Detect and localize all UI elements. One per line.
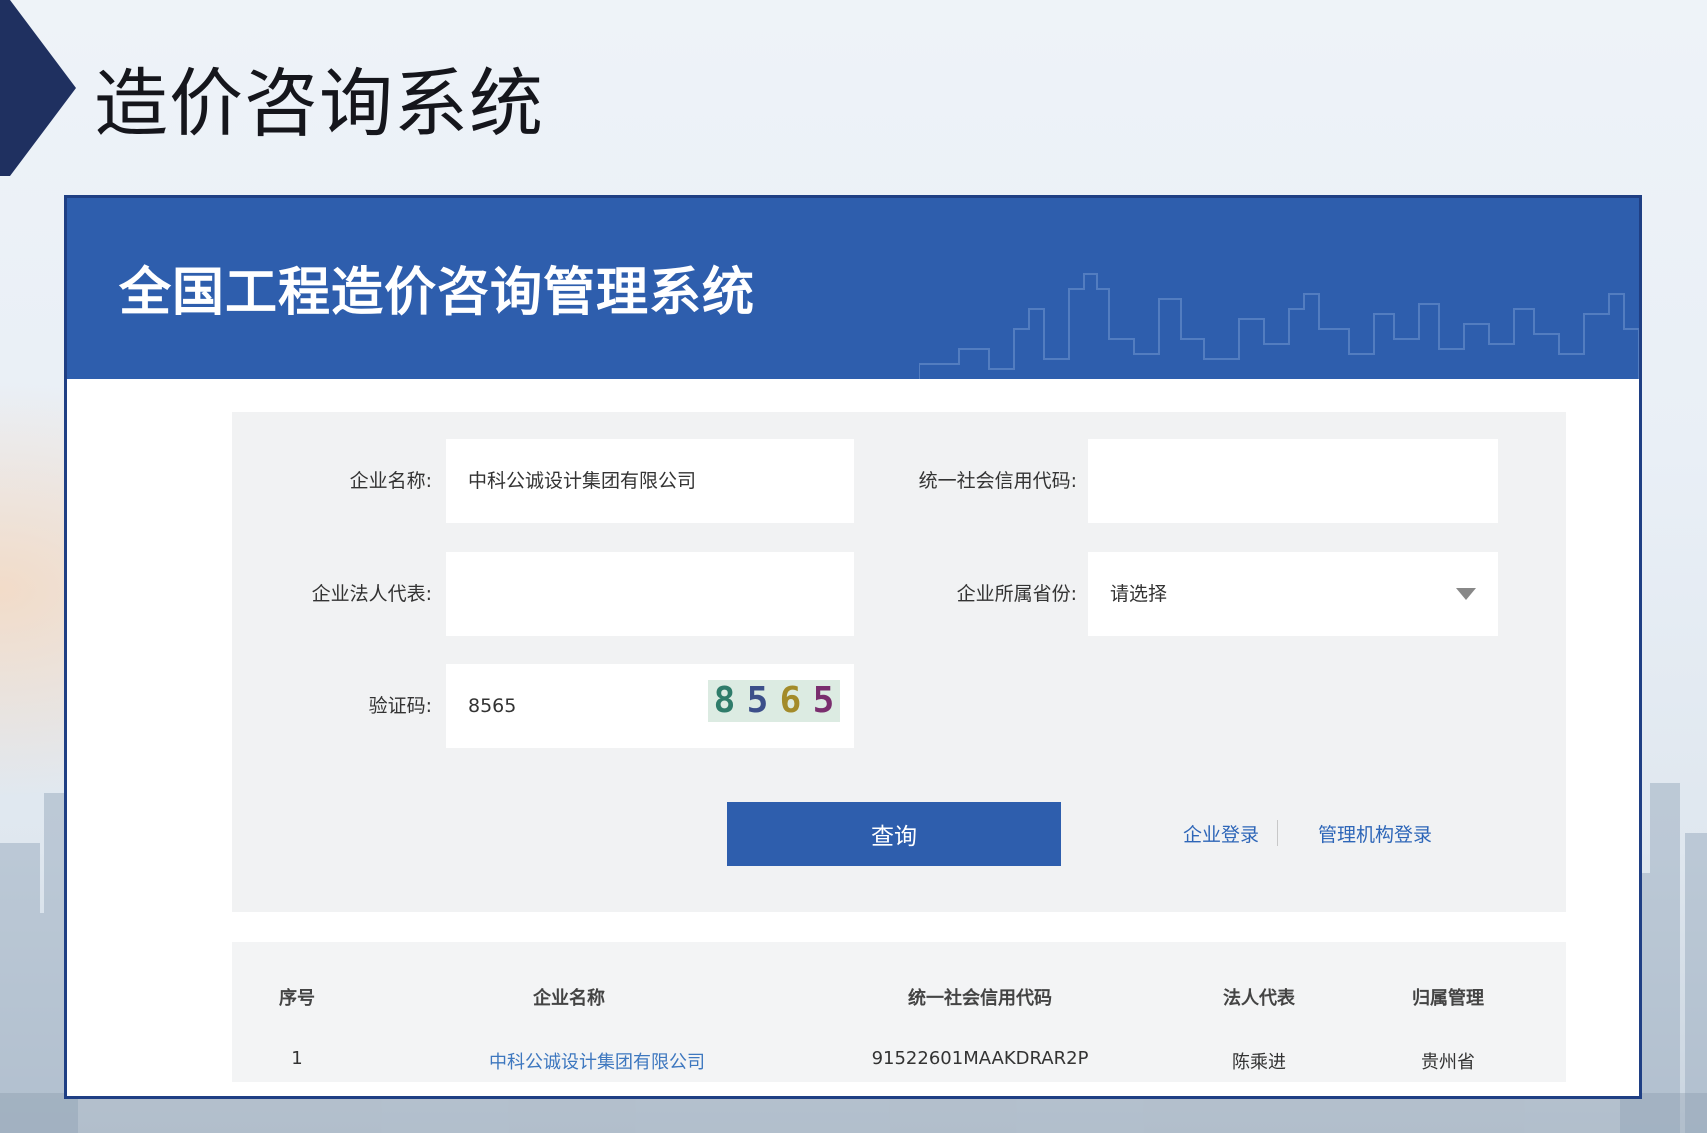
header-skyline <box>919 273 1639 379</box>
app-window: 全国工程造价咨询管理系统 企业名称: 中科公诚设计集团有限公司 统一社会信用代码… <box>64 195 1642 1099</box>
app-header: 全国工程造价咨询管理系统 <box>67 198 1639 379</box>
row-region: 贵州省 <box>1421 1052 1475 1073</box>
column-header-region: 归属管理 <box>1412 988 1484 1009</box>
link-divider <box>1277 820 1278 846</box>
column-header-index: 序号 <box>279 988 315 1009</box>
captcha-input-value: 8565 <box>468 695 517 717</box>
province-label: 企业所属省份: <box>956 583 1077 605</box>
credit-code-input[interactable] <box>1088 439 1498 523</box>
app-title: 全国工程造价咨询管理系统 <box>119 263 756 323</box>
column-header-rep: 法人代表 <box>1223 988 1295 1009</box>
captcha-digit: 5 <box>746 680 769 721</box>
company-name-input[interactable]: 中科公诚设计集团有限公司 <box>446 439 854 523</box>
province-select-value: 请选择 <box>1110 583 1168 605</box>
query-button[interactable]: 查询 <box>727 802 1061 866</box>
captcha-label: 验证码: <box>368 695 432 717</box>
column-header-code: 统一社会信用代码 <box>908 988 1052 1009</box>
row-legal-rep: 陈乘进 <box>1232 1052 1286 1073</box>
captcha-digit: 8 <box>713 680 736 721</box>
captcha-digit: 6 <box>779 680 802 721</box>
admin-login-link[interactable]: 管理机构登录 <box>1318 820 1432 847</box>
search-panel: 企业名称: 中科公诚设计集团有限公司 统一社会信用代码: 企业法人代表: 企业所… <box>232 412 1566 912</box>
province-select[interactable]: 请选择 <box>1088 552 1498 636</box>
slide-arrow-icon <box>0 0 76 176</box>
company-name-label: 企业名称: <box>349 470 432 492</box>
legal-rep-input[interactable] <box>446 552 854 636</box>
results-table: 序号 企业名称 统一社会信用代码 法人代表 归属管理 1 中科公诚设计集团有限公… <box>232 942 1566 1082</box>
row-company-name-link[interactable]: 中科公诚设计集团有限公司 <box>489 1048 705 1074</box>
chevron-down-icon <box>1456 588 1476 600</box>
company-login-link[interactable]: 企业登录 <box>1183 820 1259 847</box>
column-header-name: 企业名称 <box>533 988 605 1009</box>
legal-rep-label: 企业法人代表: <box>311 583 432 605</box>
captcha-image[interactable]: 8 5 6 5 <box>708 680 840 722</box>
captcha-input[interactable]: 8565 8 5 6 5 <box>446 664 854 748</box>
row-index: 1 <box>291 1048 303 1069</box>
row-credit-code: 91522601MAAKDRAR2P <box>871 1048 1089 1069</box>
slide-title: 造价咨询系统 <box>94 61 544 147</box>
captcha-digit: 5 <box>812 680 835 721</box>
credit-code-label: 统一社会信用代码: <box>918 470 1077 492</box>
